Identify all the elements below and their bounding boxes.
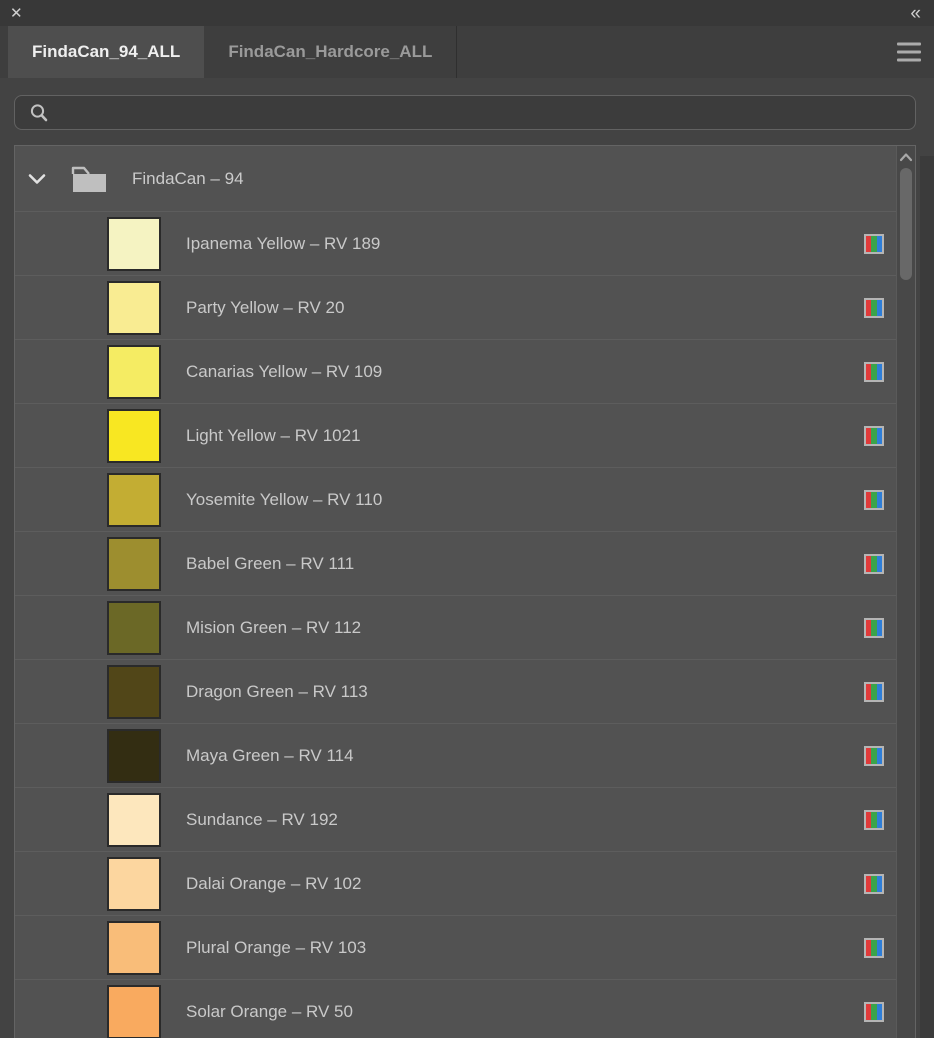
swatch-label: Yosemite Yellow – RV 110 bbox=[186, 490, 864, 510]
rgb-mode-icon bbox=[864, 554, 884, 574]
rgb-mode-icon bbox=[864, 938, 884, 958]
panel-edge-strip bbox=[920, 156, 934, 1038]
swatch-label: Dalai Orange – RV 102 bbox=[186, 874, 864, 894]
rgb-mode-icon bbox=[864, 234, 884, 254]
search-input[interactable] bbox=[59, 103, 905, 123]
rgb-blue-stripe bbox=[877, 236, 882, 252]
rgb-mode-icon bbox=[864, 362, 884, 382]
swatch-label: Plural Orange – RV 103 bbox=[186, 938, 864, 958]
swatch-library-panel: ✕ « FindaCan_94_ALL FindaCan_Hardcore_AL… bbox=[0, 0, 934, 1038]
close-icon[interactable]: ✕ bbox=[10, 6, 23, 21]
swatch-color[interactable] bbox=[107, 217, 161, 271]
swatch-color[interactable] bbox=[107, 473, 161, 527]
swatch-label: Light Yellow – RV 1021 bbox=[186, 426, 864, 446]
swatch-color[interactable] bbox=[107, 729, 161, 783]
swatch-row[interactable]: Dragon Green – RV 113 bbox=[15, 659, 896, 723]
panel-titlebar: ✕ « bbox=[0, 0, 934, 26]
swatch-row[interactable]: Dalai Orange – RV 102 bbox=[15, 851, 896, 915]
rgb-mode-icon bbox=[864, 490, 884, 510]
rgb-mode-icon bbox=[864, 746, 884, 766]
swatch-color[interactable] bbox=[107, 665, 161, 719]
tab-label: FindaCan_Hardcore_ALL bbox=[228, 42, 432, 62]
swatch-color[interactable] bbox=[107, 921, 161, 975]
swatch-label: Sundance – RV 192 bbox=[186, 810, 864, 830]
swatch-label: Babel Green – RV 111 bbox=[186, 554, 864, 574]
rgb-mode-icon bbox=[864, 874, 884, 894]
rgb-mode-icon bbox=[864, 1002, 884, 1022]
swatch-color[interactable] bbox=[107, 537, 161, 591]
folder-row[interactable]: FindaCan – 94 bbox=[15, 146, 896, 211]
rgb-blue-stripe bbox=[877, 428, 882, 444]
rgb-blue-stripe bbox=[877, 684, 882, 700]
swatch-color[interactable] bbox=[107, 345, 161, 399]
rgb-blue-stripe bbox=[877, 300, 882, 316]
search-icon bbox=[29, 103, 49, 123]
rgb-blue-stripe bbox=[877, 620, 882, 636]
rgb-mode-icon bbox=[864, 618, 884, 638]
panel-body: FindaCan – 94 Ipanema Yellow – RV 189 Pa… bbox=[0, 78, 934, 1038]
folder-icon bbox=[71, 164, 108, 194]
swatch-color[interactable] bbox=[107, 985, 161, 1038]
swatch-list: Ipanema Yellow – RV 189 Party Yellow – R… bbox=[15, 211, 896, 1038]
rgb-mode-icon bbox=[864, 426, 884, 446]
scrollbar-thumb[interactable] bbox=[900, 168, 912, 280]
swatch-label: Mision Green – RV 112 bbox=[186, 618, 864, 638]
swatch-row[interactable]: Ipanema Yellow – RV 189 bbox=[15, 211, 896, 275]
rgb-mode-icon bbox=[864, 298, 884, 318]
swatch-label: Dragon Green – RV 113 bbox=[186, 682, 864, 702]
swatch-label: Canarias Yellow – RV 109 bbox=[186, 362, 864, 382]
swatch-color[interactable] bbox=[107, 793, 161, 847]
swatch-tree: FindaCan – 94 Ipanema Yellow – RV 189 Pa… bbox=[14, 145, 916, 1038]
swatch-row[interactable]: Party Yellow – RV 20 bbox=[15, 275, 896, 339]
swatch-color[interactable] bbox=[107, 281, 161, 335]
swatch-color[interactable] bbox=[107, 601, 161, 655]
folder-label: FindaCan – 94 bbox=[132, 169, 244, 189]
swatch-row[interactable]: Light Yellow – RV 1021 bbox=[15, 403, 896, 467]
swatch-label: Party Yellow – RV 20 bbox=[186, 298, 864, 318]
rgb-mode-icon bbox=[864, 682, 884, 702]
scrollbar[interactable] bbox=[896, 146, 915, 1038]
rgb-blue-stripe bbox=[877, 492, 882, 508]
panel-menu-icon[interactable] bbox=[897, 40, 921, 65]
swatch-label: Maya Green – RV 114 bbox=[186, 746, 864, 766]
swatch-row[interactable]: Sundance – RV 192 bbox=[15, 787, 896, 851]
tab-bar: FindaCan_94_ALL FindaCan_Hardcore_ALL bbox=[0, 26, 934, 78]
rgb-blue-stripe bbox=[877, 364, 882, 380]
swatch-row[interactable]: Maya Green – RV 114 bbox=[15, 723, 896, 787]
swatch-label: Ipanema Yellow – RV 189 bbox=[186, 234, 864, 254]
rgb-blue-stripe bbox=[877, 748, 882, 764]
search-field[interactable] bbox=[14, 95, 916, 130]
swatch-label: Solar Orange – RV 50 bbox=[186, 1002, 864, 1022]
collapse-panel-icon[interactable]: « bbox=[910, 4, 922, 23]
scroll-up-icon[interactable] bbox=[899, 152, 913, 162]
tab-findacan-hardcore-all[interactable]: FindaCan_Hardcore_ALL bbox=[204, 26, 457, 78]
swatch-row[interactable]: Plural Orange – RV 103 bbox=[15, 915, 896, 979]
swatch-color[interactable] bbox=[107, 409, 161, 463]
rgb-blue-stripe bbox=[877, 1004, 882, 1020]
chevron-down-icon[interactable] bbox=[28, 173, 46, 185]
swatch-rows: FindaCan – 94 Ipanema Yellow – RV 189 Pa… bbox=[15, 146, 896, 1038]
swatch-color[interactable] bbox=[107, 857, 161, 911]
rgb-mode-icon bbox=[864, 810, 884, 830]
swatch-row[interactable]: Solar Orange – RV 50 bbox=[15, 979, 896, 1038]
tab-findacan-94-all[interactable]: FindaCan_94_ALL bbox=[8, 26, 204, 78]
rgb-blue-stripe bbox=[877, 556, 882, 572]
swatch-row[interactable]: Yosemite Yellow – RV 110 bbox=[15, 467, 896, 531]
rgb-blue-stripe bbox=[877, 812, 882, 828]
tab-label: FindaCan_94_ALL bbox=[32, 42, 180, 62]
swatch-row[interactable]: Mision Green – RV 112 bbox=[15, 595, 896, 659]
rgb-blue-stripe bbox=[877, 876, 882, 892]
swatch-row[interactable]: Babel Green – RV 111 bbox=[15, 531, 896, 595]
swatch-row[interactable]: Canarias Yellow – RV 109 bbox=[15, 339, 896, 403]
rgb-blue-stripe bbox=[877, 940, 882, 956]
